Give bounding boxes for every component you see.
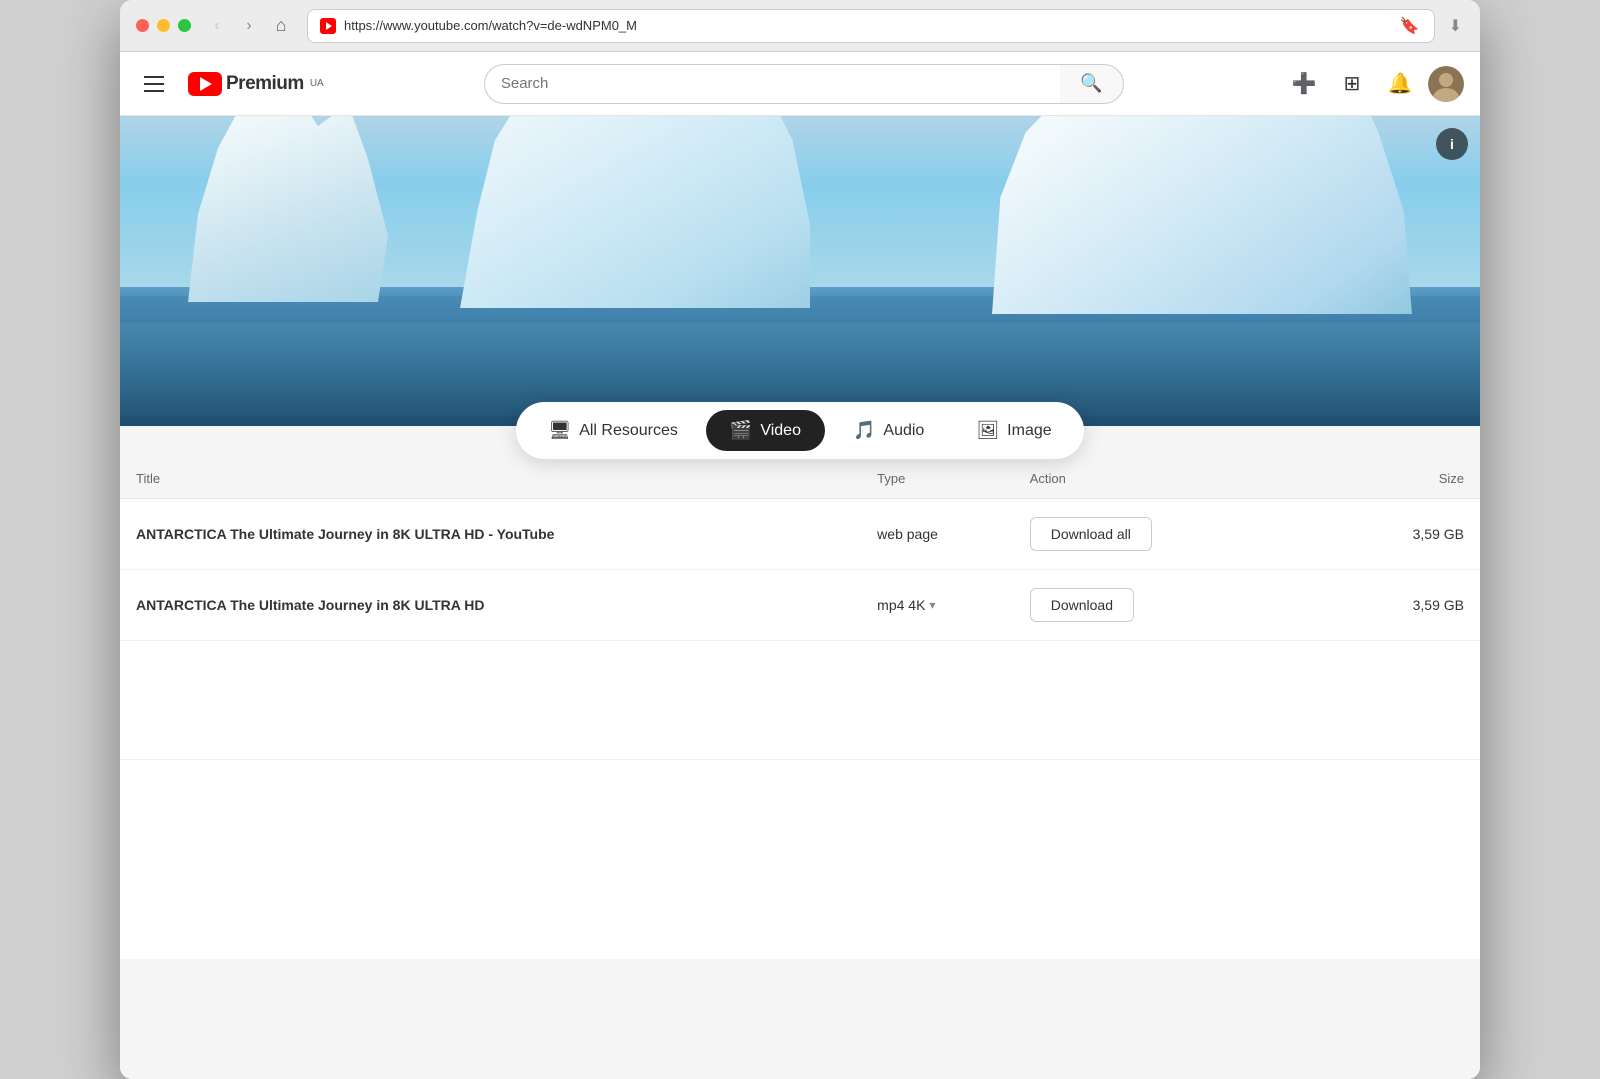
bell-icon: 🔔 xyxy=(1388,71,1413,96)
video-thumbnail xyxy=(120,116,1480,426)
address-text: https://www.youtube.com/watch?v=de-wdNPM… xyxy=(344,18,1390,33)
tab-all-resources[interactable]: 🖥 All Resources xyxy=(524,410,702,451)
table-row: ANTARCTICA The Ultimate Journey in 8K UL… xyxy=(120,570,1480,641)
audio-icon: 🎵 xyxy=(853,420,875,441)
forward-button[interactable]: › xyxy=(235,12,263,40)
bottom-area-2 xyxy=(120,959,1480,1079)
info-icon: i xyxy=(1450,136,1454,152)
traffic-lights xyxy=(136,19,191,32)
image-icon: 🖼 xyxy=(976,420,999,441)
row1-title: ANTARCTICA The Ultimate Journey in 8K UL… xyxy=(120,499,861,570)
youtube-logo-icon xyxy=(188,72,222,96)
column-title: Title xyxy=(120,459,861,499)
back-button[interactable]: ‹ xyxy=(203,12,231,40)
table-header: Title Type Action Size xyxy=(120,459,1480,499)
home-button[interactable]: ⌂ xyxy=(267,12,295,40)
create-icon: ➕ xyxy=(1292,71,1317,96)
column-size: Size xyxy=(1343,459,1480,499)
tab-audio[interactable]: 🎵 Audio xyxy=(829,410,948,451)
browser-download-button[interactable]: ⬇ xyxy=(1447,14,1464,38)
filter-bar: 🖥 All Resources 🎬 Video 🎵 Audio 🖼 Image xyxy=(516,402,1083,459)
hamburger-menu-button[interactable] xyxy=(136,68,172,100)
all-resources-icon: 🖥 xyxy=(548,420,571,441)
youtube-header: Premium UA 🔍 ➕ ⊞ 🔔 xyxy=(120,52,1480,116)
info-button[interactable]: i xyxy=(1436,128,1468,160)
row1-size: 3,59 GB xyxy=(1343,499,1480,570)
table-row: ANTARCTICA The Ultimate Journey in 8K UL… xyxy=(120,499,1480,570)
search-input[interactable] xyxy=(484,64,1060,104)
site-favicon xyxy=(320,18,336,34)
youtube-logo[interactable]: Premium UA xyxy=(188,72,324,96)
tab-video-label: Video xyxy=(760,422,801,440)
title-bar: ‹ › ⌂ https://www.youtube.com/watch?v=de… xyxy=(120,0,1480,52)
tab-image[interactable]: 🖼 Image xyxy=(952,410,1075,451)
browser-window: ‹ › ⌂ https://www.youtube.com/watch?v=de… xyxy=(120,0,1480,1079)
maximize-button[interactable] xyxy=(178,19,191,32)
row2-title: ANTARCTICA The Ultimate Journey in 8K UL… xyxy=(120,570,861,641)
download-all-button[interactable]: Download all xyxy=(1030,517,1152,551)
address-bar[interactable]: https://www.youtube.com/watch?v=de-wdNPM… xyxy=(307,9,1435,43)
content-area: Title Type Action Size ANTARCTICA The Ul… xyxy=(120,459,1480,759)
download-button[interactable]: Download xyxy=(1030,588,1134,622)
tab-audio-label: Audio xyxy=(883,422,924,440)
filter-bar-wrapper: 🖥 All Resources 🎬 Video 🎵 Audio 🖼 Image xyxy=(120,402,1480,459)
tab-video[interactable]: 🎬 Video xyxy=(706,410,825,451)
search-button[interactable]: 🔍 xyxy=(1060,64,1124,104)
row1-type: web page xyxy=(861,499,1014,570)
row2-size: 3,59 GB xyxy=(1343,570,1480,641)
column-action: Action xyxy=(1014,459,1343,499)
youtube-region-badge: UA xyxy=(310,78,324,89)
row1-action-cell: Download all xyxy=(1014,499,1343,570)
youtube-logo-text: Premium xyxy=(226,73,304,95)
create-video-button[interactable]: ➕ xyxy=(1284,64,1324,104)
bottom-area xyxy=(120,759,1480,959)
search-icon: 🔍 xyxy=(1080,73,1102,94)
tab-all-resources-label: All Resources xyxy=(579,422,678,440)
chevron-down-icon: ▾ xyxy=(929,598,935,612)
bookmark-button[interactable]: 🔖 xyxy=(1398,14,1422,38)
grid-icon: ⊞ xyxy=(1344,71,1361,96)
apps-button[interactable]: ⊞ xyxy=(1332,64,1372,104)
resource-table: Title Type Action Size ANTARCTICA The Ul… xyxy=(120,459,1480,641)
header-actions: ➕ ⊞ 🔔 xyxy=(1284,64,1464,104)
video-player[interactable]: i xyxy=(120,116,1480,426)
notifications-button[interactable]: 🔔 xyxy=(1380,64,1420,104)
search-container: 🔍 xyxy=(484,64,1124,104)
video-frame xyxy=(120,116,1480,426)
minimize-button[interactable] xyxy=(157,19,170,32)
row2-type-text: mp4 4K xyxy=(877,597,925,613)
row2-action-cell: Download xyxy=(1014,570,1343,641)
user-avatar[interactable] xyxy=(1428,66,1464,102)
row2-type-cell: mp4 4K ▾ xyxy=(861,570,1014,641)
nav-buttons: ‹ › ⌂ xyxy=(203,12,295,40)
close-button[interactable] xyxy=(136,19,149,32)
tab-image-label: Image xyxy=(1007,422,1051,440)
column-type: Type xyxy=(861,459,1014,499)
video-icon: 🎬 xyxy=(730,420,752,441)
